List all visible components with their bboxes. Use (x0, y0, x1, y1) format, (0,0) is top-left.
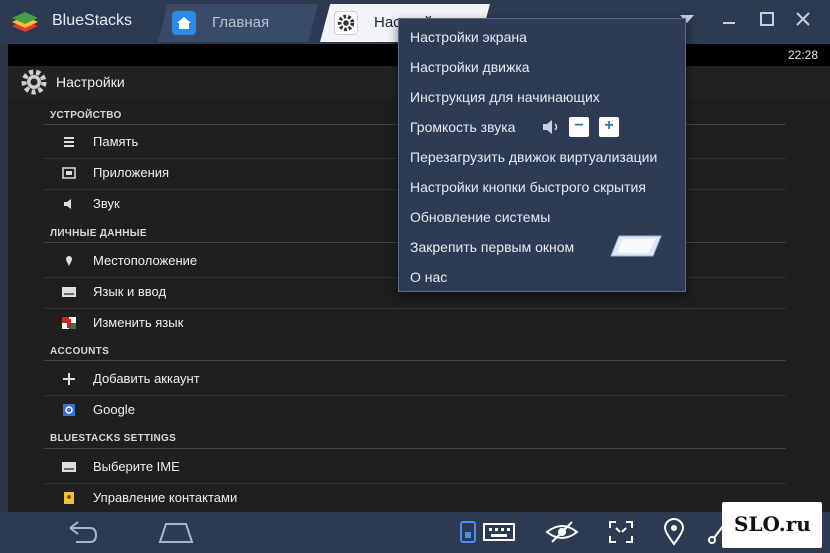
menu-item-pin-on-top[interactable]: Закрепить первым окном (410, 239, 574, 255)
section-header-personal: ЛИЧНЫЕ ДАННЫЕ (50, 228, 147, 239)
settings-item-change-language[interactable]: Изменить язык (44, 308, 786, 339)
settings-item-label: Язык и ввод (93, 284, 167, 299)
section-header-device: УСТРОЙСТВО (50, 110, 122, 121)
menu-item-beginner-guide[interactable]: Инструкция для начинающих (410, 89, 600, 105)
eye-hide-icon[interactable] (544, 518, 580, 546)
home-nav-icon[interactable] (156, 518, 196, 546)
phone-icon[interactable] (458, 518, 478, 546)
bluestacks-window: BlueStacks Главная Настройки 22 (0, 0, 830, 553)
settings-item-label: Добавить аккаунт (93, 371, 200, 386)
settings-item-choose-ime[interactable]: Выберите IME (44, 452, 786, 483)
page-title: Настройки (56, 74, 125, 90)
menu-item-screen-settings[interactable]: Настройки экрана (410, 29, 527, 45)
close-icon[interactable] (792, 10, 814, 32)
home-icon (172, 11, 196, 35)
location-icon (66, 256, 72, 266)
menu-item-system-update[interactable]: Обновление системы (410, 209, 550, 225)
fullscreen-icon[interactable] (606, 518, 636, 546)
settings-item-contacts[interactable]: Управление контактами (44, 483, 786, 514)
plus-icon (63, 373, 75, 385)
settings-item-label: Память (93, 134, 139, 149)
keyboard-icon (62, 462, 76, 472)
settings-item-label: Google (93, 402, 135, 417)
divider (44, 360, 786, 361)
sound-icon (64, 199, 71, 209)
menu-item-about[interactable]: О нас (410, 269, 447, 285)
volume-up-button[interactable]: + (599, 117, 619, 137)
settings-item-label: Приложения (93, 165, 170, 180)
contacts-icon (64, 492, 74, 504)
apps-icon (62, 167, 76, 179)
speaker-icon (543, 120, 558, 134)
settings-dropdown-menu: Настройки экрана Настройки движка Инстру… (398, 18, 686, 292)
language-icon (62, 317, 76, 329)
keyboard-nav-icon[interactable] (482, 518, 516, 546)
settings-item-label: Звук (93, 196, 120, 211)
settings-item-google[interactable]: Google (44, 395, 786, 426)
maximize-icon[interactable] (756, 10, 778, 32)
location-nav-icon[interactable] (662, 518, 686, 546)
menu-item-restart-engine[interactable]: Перезагрузить движок виртуализации (410, 149, 657, 165)
settings-item-add-account[interactable]: Добавить аккаунт (44, 364, 786, 395)
android-nav-bar (0, 512, 830, 553)
pin-on-top-toggle[interactable] (609, 235, 663, 257)
menu-item-engine-settings[interactable]: Настройки движка (410, 59, 530, 75)
tab-home-label: Главная (212, 14, 270, 31)
settings-gear-icon (21, 69, 47, 95)
settings-item-label: Изменить язык (93, 315, 184, 330)
keyboard-icon (62, 287, 76, 297)
watermark-text: SLO.ru (734, 512, 811, 536)
section-header-accounts: ACCOUNTS (50, 346, 110, 357)
section-header-bluestacks: BLUESTACKS SETTINGS (50, 433, 177, 444)
clock: 22:28 (787, 48, 818, 62)
bluestacks-logo-icon (12, 12, 38, 32)
menu-item-quick-hide-settings[interactable]: Настройки кнопки быстрого скрытия (410, 179, 646, 195)
google-icon (63, 404, 75, 416)
tab-home[interactable]: Главная (158, 4, 318, 42)
watermark-logo: SLO.ru (722, 502, 822, 548)
menu-item-volume: Громкость звука (410, 119, 516, 135)
settings-item-label: Местоположение (93, 253, 198, 268)
settings-item-label: Управление контактами (93, 490, 238, 505)
back-icon[interactable] (60, 518, 100, 546)
app-title: BlueStacks (52, 12, 133, 29)
divider (44, 448, 786, 449)
settings-item-label: Выберите IME (93, 459, 180, 474)
volume-down-button[interactable]: − (569, 117, 589, 137)
storage-icon (64, 137, 74, 147)
gear-icon (334, 11, 358, 35)
minimize-icon[interactable] (718, 10, 740, 32)
